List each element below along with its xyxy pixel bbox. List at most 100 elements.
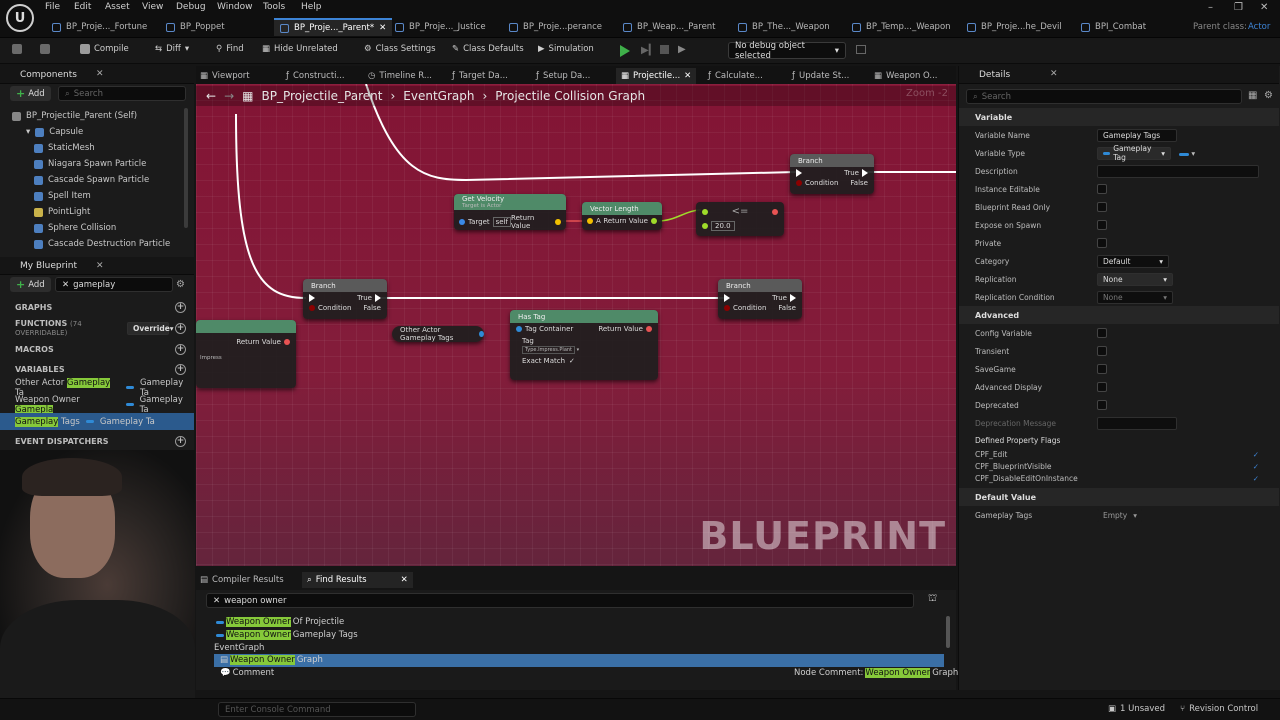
deprecation-message-field[interactable]	[1097, 416, 1177, 430]
advanced-display-checkbox[interactable]	[1097, 382, 1107, 392]
close-icon[interactable]: ✕	[96, 69, 104, 79]
variable-getter-node[interactable]: Other Actor Gameplay Tags	[392, 326, 484, 342]
exec-out-pin[interactable]	[862, 169, 868, 177]
class-defaults-button[interactable]: ✎ Class Defaults	[452, 44, 524, 54]
asset-tab[interactable]: BPI_Combat	[1081, 18, 1146, 36]
menu-file[interactable]: File	[45, 2, 60, 12]
asset-tab[interactable]: BP_Temp..._Weapon	[852, 18, 951, 36]
minimize-icon[interactable]: –	[1208, 2, 1213, 13]
branch-node[interactable]: Branch True Condition False	[303, 279, 387, 319]
section-variables[interactable]: VARIABLES +	[0, 359, 194, 379]
compare-node[interactable]: <= 20.0	[696, 202, 784, 236]
maximize-icon[interactable]: ❐	[1234, 2, 1243, 13]
revision-control-button[interactable]: ⑂ Revision Control	[1180, 704, 1258, 714]
menu-tools[interactable]: Tools	[263, 2, 285, 12]
bool-pin[interactable]	[724, 305, 730, 311]
play-button[interactable]	[620, 45, 630, 57]
close-icon[interactable]: ✕	[379, 23, 386, 33]
components-search-input[interactable]: ⌕ Search	[58, 86, 186, 101]
deprecated-checkbox[interactable]	[1097, 400, 1107, 410]
add-icon[interactable]: +	[175, 322, 186, 334]
debug-filter-icon[interactable]	[856, 45, 866, 54]
class-settings-button[interactable]: ⚙ Class Settings	[364, 44, 436, 54]
menu-edit[interactable]: Edit	[74, 2, 91, 12]
exec-in-pin[interactable]	[724, 294, 730, 302]
add-icon[interactable]: +	[175, 343, 186, 355]
asset-tab[interactable]: BP_Proje...perance	[509, 18, 602, 36]
struct-pin[interactable]	[516, 326, 522, 332]
find-in-all-blueprints-icon[interactable]: ⛫	[928, 593, 937, 606]
asset-tab[interactable]: BP_Proje..._Justice	[395, 18, 486, 36]
menu-window[interactable]: Window	[217, 2, 253, 12]
browse-icon[interactable]	[40, 44, 50, 54]
float-pin[interactable]	[702, 223, 708, 229]
unreal-logo-icon[interactable]: U	[6, 4, 34, 32]
results-scrollbar[interactable]	[946, 616, 950, 648]
component-item[interactable]: ▾ Capsule	[26, 124, 83, 140]
breadcrumb-current[interactable]: Projectile Collision Graph	[495, 89, 645, 103]
menu-help[interactable]: Help	[301, 2, 322, 12]
add-member-button[interactable]: + Add	[10, 277, 51, 292]
breadcrumb-root[interactable]: BP_Projectile_Parent	[261, 89, 382, 103]
table-view-icon[interactable]: ▦	[1248, 90, 1257, 101]
section-default-value[interactable]: Default Value	[959, 488, 1279, 506]
override-dropdown[interactable]: Override ▾	[127, 321, 174, 335]
variable-name-field[interactable]: Gameplay Tags	[1097, 128, 1177, 142]
simulation-button[interactable]: ▶ Simulation	[538, 44, 594, 54]
breadcrumb-eventgraph[interactable]: EventGraph	[403, 89, 474, 103]
asset-tab-active[interactable]: BP_Proje..._Parent* ✕	[274, 18, 393, 36]
component-root[interactable]: BP_Projectile_Parent (Self)	[12, 108, 137, 124]
tab-viewport[interactable]: ▦ Viewport	[200, 68, 250, 84]
tab-find-results[interactable]: ⌕ Find Results ✕	[302, 572, 413, 588]
category-dropdown[interactable]: Default ▾	[1097, 254, 1169, 268]
tab-weapon-owner[interactable]: ▦ Weapon O...	[874, 68, 938, 84]
clear-icon[interactable]: ✕	[62, 280, 69, 290]
find-search-input[interactable]: ✕ weapon owner	[206, 593, 914, 608]
savegame-checkbox[interactable]	[1097, 364, 1107, 374]
compile-button[interactable]: Compile	[80, 44, 129, 54]
section-advanced[interactable]: Advanced	[959, 306, 1279, 324]
menu-view[interactable]: View	[142, 2, 163, 12]
debug-object-select[interactable]: No debug object selected ▾	[728, 41, 846, 61]
frame-skip-icon[interactable]: ▶	[678, 44, 686, 55]
component-item[interactable]: StaticMesh	[34, 140, 95, 156]
object-pin[interactable]	[459, 219, 465, 225]
gear-icon[interactable]: ⚙	[1264, 90, 1273, 101]
variable-row-selected[interactable]: Gameplay Tags Gameplay Ta	[0, 413, 194, 430]
component-item[interactable]: Cascade Destruction Particle	[34, 236, 170, 252]
step-icon[interactable]: ▶▎	[641, 45, 656, 56]
graph-canvas[interactable]: Zoom -2 BLUEPRINT Branch True Condition F…	[196, 84, 956, 566]
parent-class-link[interactable]: Actor	[1248, 22, 1270, 32]
bool-pin[interactable]	[796, 180, 802, 186]
menu-asset[interactable]: Asset	[105, 2, 130, 12]
vector-length-node[interactable]: Vector Length A Return Value	[582, 202, 662, 230]
stop-icon[interactable]	[660, 45, 669, 54]
components-scrollbar[interactable]	[184, 108, 188, 228]
exec-in-pin[interactable]	[309, 294, 315, 302]
function-node-partial[interactable]: Return Value Impress	[196, 320, 296, 388]
bool-pin[interactable]	[309, 305, 315, 311]
float-pin[interactable]	[702, 208, 708, 215]
float-pin[interactable]	[651, 218, 657, 224]
tab-compiler-results[interactable]: ▤ Compiler Results	[200, 572, 284, 588]
variable-row[interactable]: Weapon Owner Gamepla Gameplay Ta	[0, 395, 194, 415]
exec-out-pin[interactable]	[375, 294, 381, 302]
section-graphs[interactable]: GRAPHS +	[0, 297, 194, 317]
struct-pin[interactable]	[479, 331, 484, 337]
section-functions[interactable]: FUNCTIONS (74 OVERRIDABLE) Override ▾ +	[0, 318, 194, 338]
variable-type-dropdown[interactable]: Gameplay Tag ▾	[1097, 144, 1171, 162]
section-macros[interactable]: MACROS +	[0, 339, 194, 359]
console-input[interactable]: Enter Console Command	[218, 702, 416, 717]
branch-node[interactable]: Branch True Condition False	[718, 279, 802, 319]
bool-pin[interactable]	[646, 326, 652, 332]
tab-calculate[interactable]: ƒ Calculate...	[708, 68, 763, 84]
component-item[interactable]: Sphere Collision	[34, 220, 116, 236]
asset-tab[interactable]: BP_Poppet	[166, 18, 225, 36]
private-checkbox[interactable]	[1097, 238, 1107, 248]
diff-button[interactable]: ⇆ Diff ▾	[155, 44, 189, 54]
component-item[interactable]: PointLight	[34, 204, 90, 220]
expose-spawn-checkbox[interactable]	[1097, 220, 1107, 230]
asset-tab[interactable]: BP_Proje...he_Devil	[967, 18, 1062, 36]
close-window-icon[interactable]: ✕	[1260, 2, 1268, 13]
add-component-button[interactable]: + Add	[10, 86, 51, 101]
